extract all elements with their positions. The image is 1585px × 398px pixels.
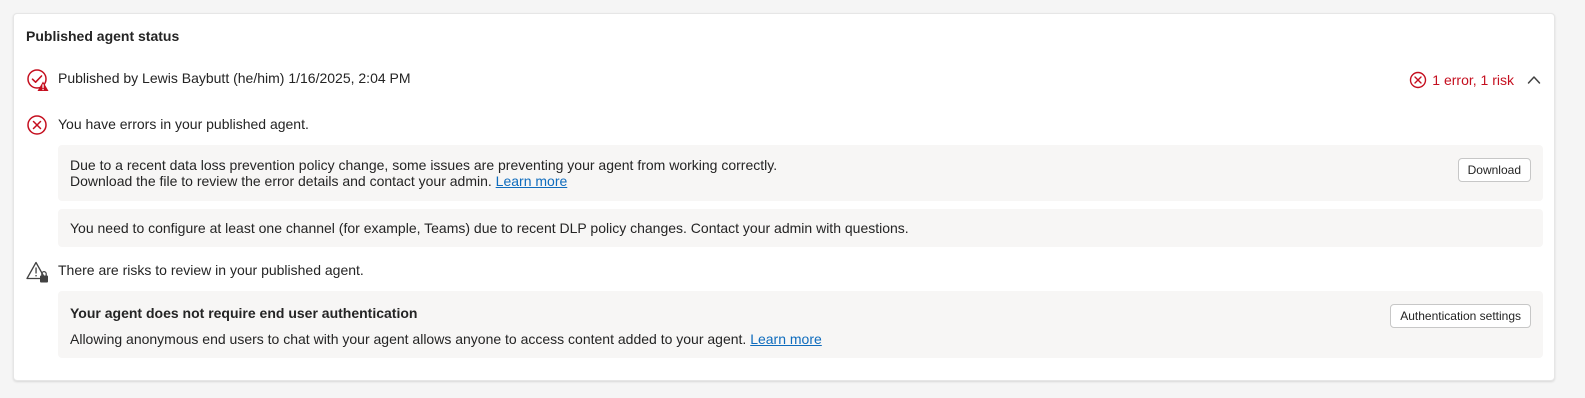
warning-triangle-lock-icon — [26, 261, 48, 283]
risk-item-text: Allowing anonymous end users to chat wit… — [70, 331, 747, 347]
risk-item-authentication: Your agent does not require end user aut… — [58, 291, 1543, 358]
chevron-up-icon[interactable] — [1526, 72, 1542, 88]
risks-heading: There are risks to review in your publis… — [58, 262, 364, 278]
error-item-line2-text: Download the file to review the error de… — [70, 173, 492, 189]
download-button[interactable]: Download — [1457, 158, 1531, 182]
risk-item-title: Your agent does not require end user aut… — [70, 305, 418, 321]
risk-item-description: Allowing anonymous end users to chat wit… — [70, 329, 822, 349]
error-item-dlp: Due to a recent data loss prevention pol… — [58, 145, 1543, 201]
authentication-settings-button[interactable]: Authentication settings — [1390, 304, 1531, 328]
error-item-channel-text: You need to configure at least one chann… — [70, 220, 909, 236]
card-title: Published agent status — [26, 28, 180, 44]
learn-more-link[interactable]: Learn more — [750, 331, 822, 347]
published-by-text: Published by Lewis Baybutt (he/him) 1/16… — [58, 70, 411, 86]
error-circle-icon — [1410, 71, 1427, 89]
error-item-channel: You need to configure at least one chann… — [58, 209, 1543, 247]
learn-more-link[interactable]: Learn more — [496, 173, 568, 189]
status-summary[interactable]: 1 error, 1 risk — [1409, 70, 1514, 90]
published-check-warning-icon — [27, 69, 49, 91]
status-summary-label: 1 error, 1 risk — [1432, 72, 1514, 88]
errors-heading: You have errors in your published agent. — [58, 116, 309, 132]
error-circle-icon — [27, 115, 47, 135]
published-agent-status-card: Published agent status Published by Lewi… — [13, 13, 1555, 381]
error-item-line2: Download the file to review the error de… — [70, 171, 567, 191]
